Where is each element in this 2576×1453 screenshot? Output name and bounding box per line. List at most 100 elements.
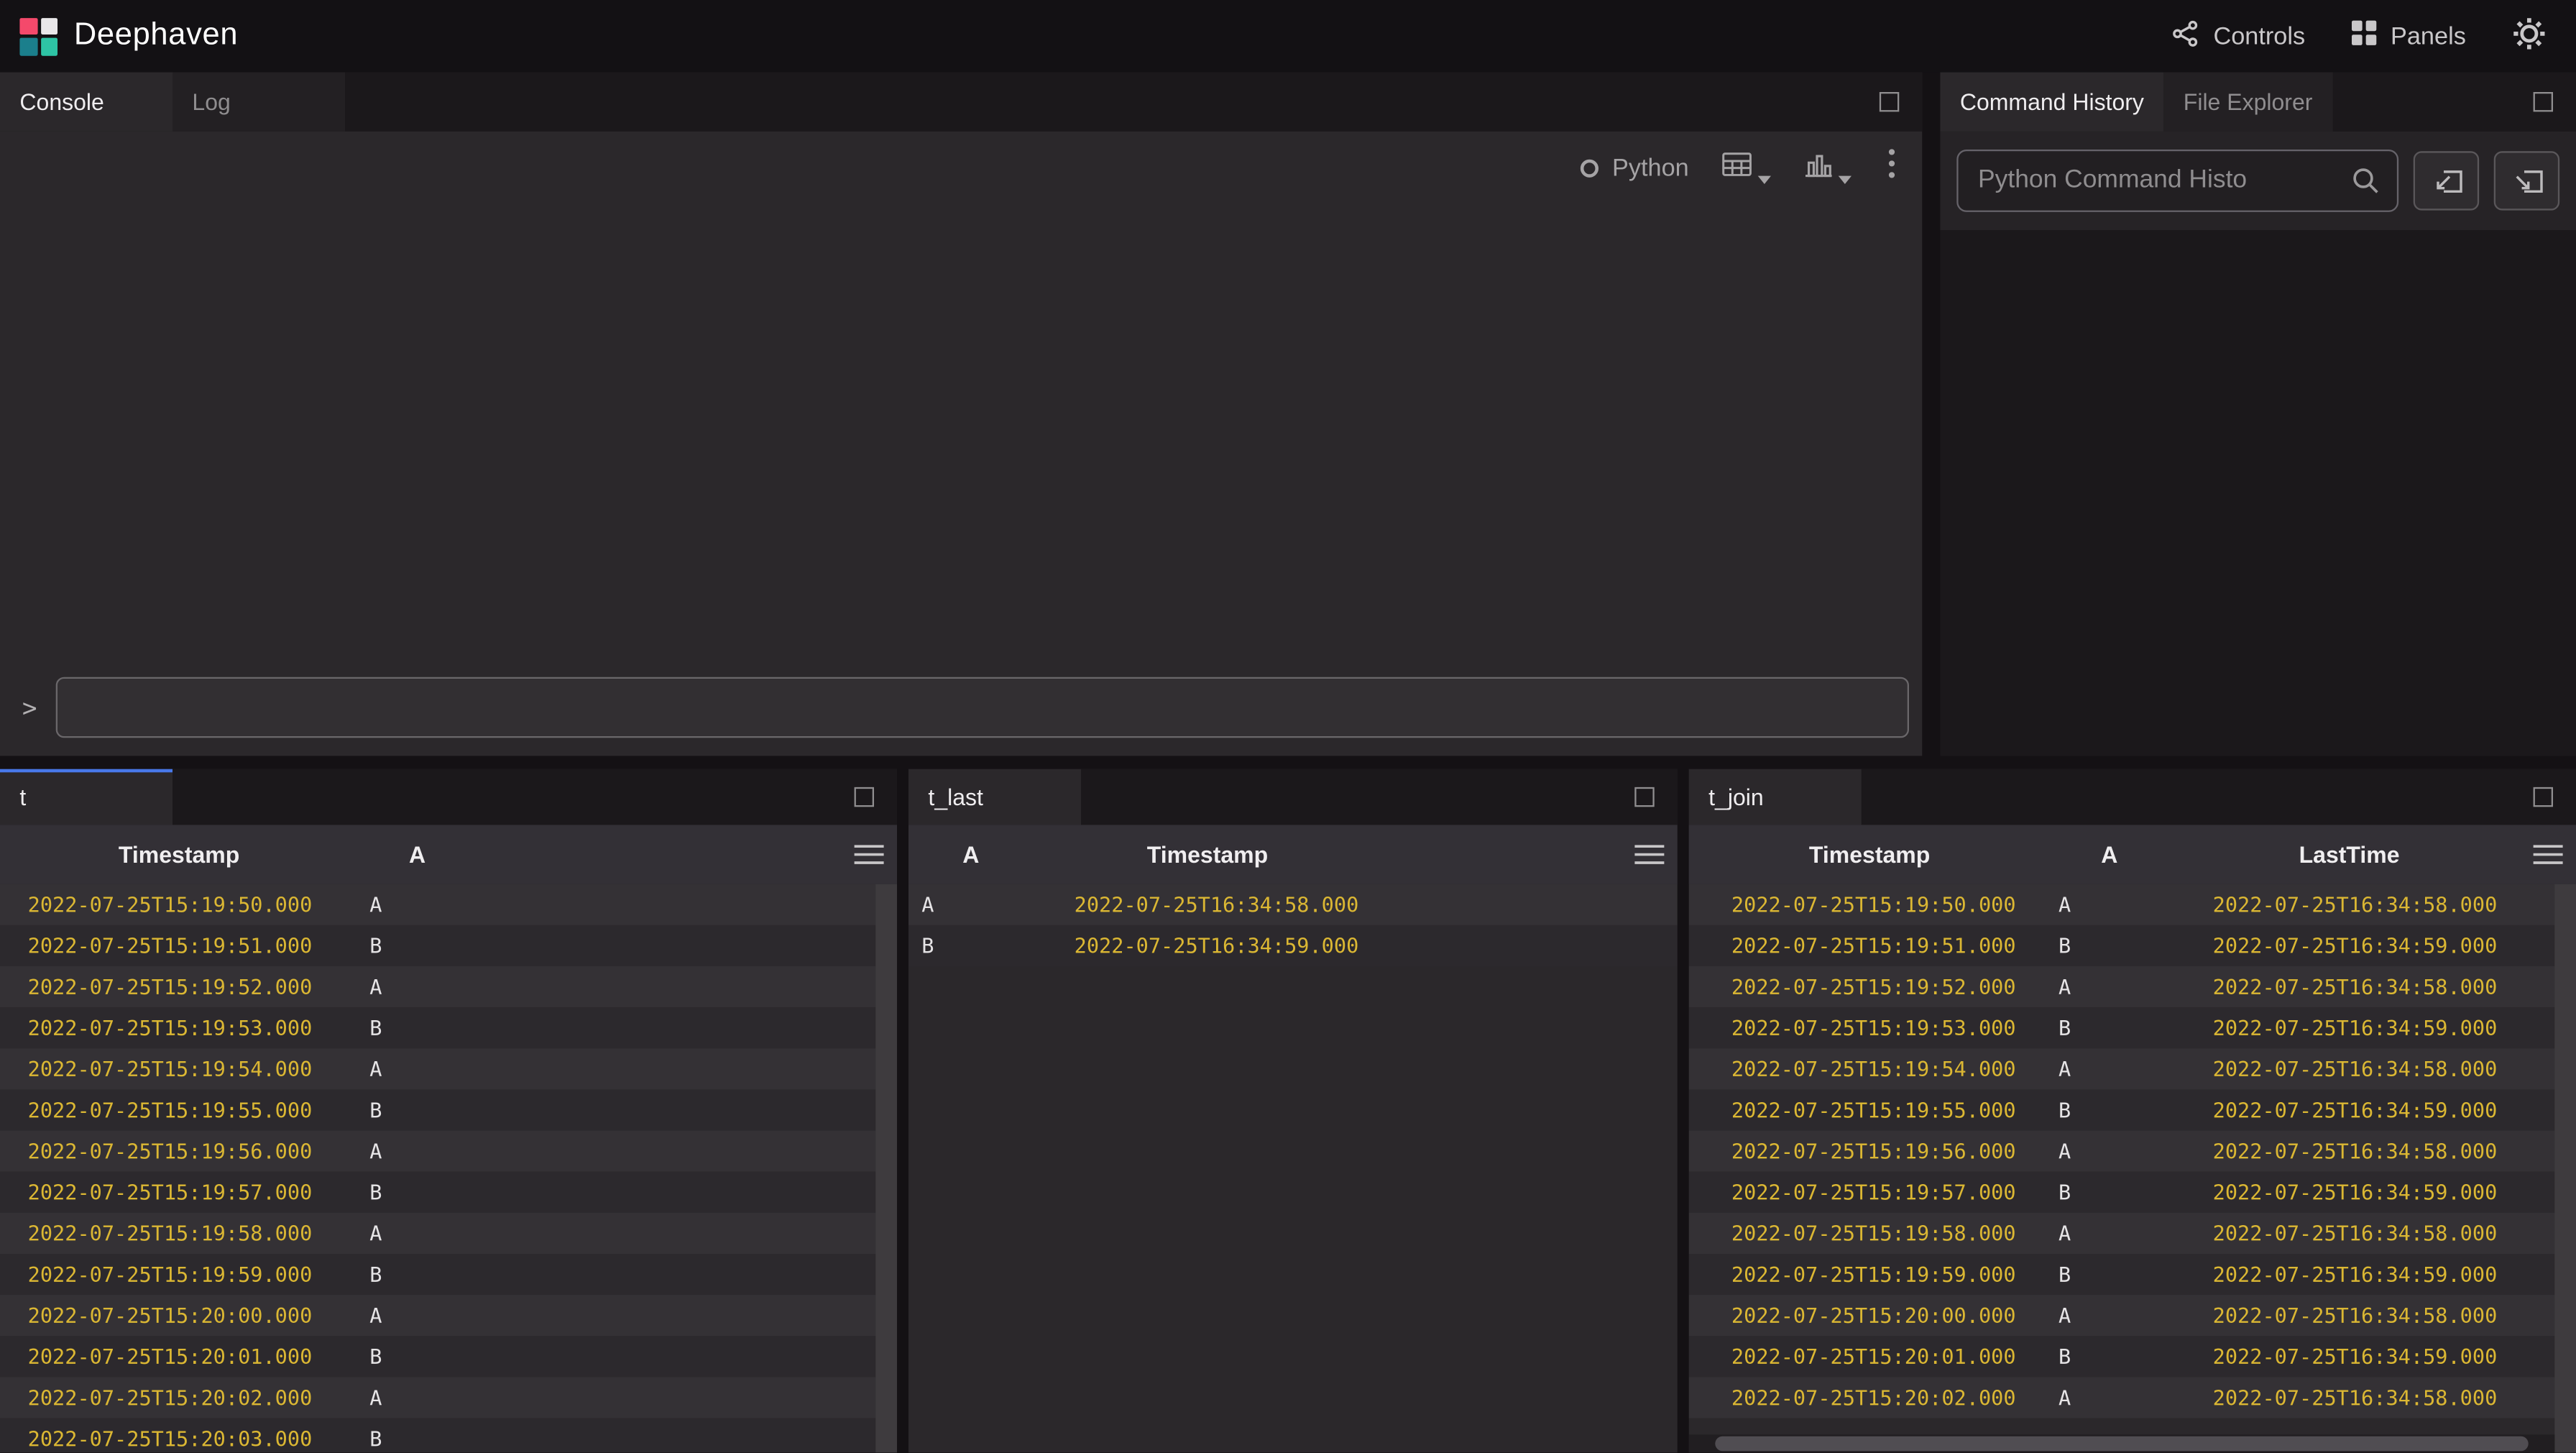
table-cell[interactable]: A	[2051, 1385, 2169, 1410]
table-cell[interactable]: 2022-07-25T15:20:03.000	[0, 1426, 358, 1451]
maximize-panel-icon[interactable]	[1634, 787, 1654, 807]
table-cell[interactable]: 2022-07-25T15:20:01.000	[0, 1344, 358, 1369]
tab-console[interactable]: Console	[0, 73, 172, 132]
table-cell[interactable]: 2022-07-25T16:34:58.000	[2168, 1057, 2530, 1081]
table-cell[interactable]: A	[2051, 1139, 2169, 1163]
column-header-timestamp[interactable]: Timestamp	[1689, 841, 2051, 868]
controls-menu-button[interactable]: Controls	[2172, 19, 2305, 53]
tab-file-explorer[interactable]: File Explorer	[2163, 73, 2332, 132]
table-cell[interactable]: 2022-07-25T15:19:56.000	[0, 1139, 358, 1163]
table-row[interactable]: 2022-07-25T15:19:56.000A2022-07-25T16:34…	[1689, 1131, 2576, 1172]
column-header-a[interactable]: A	[358, 841, 477, 868]
table-cell[interactable]: B	[2051, 1344, 2169, 1369]
table-cell[interactable]: 2022-07-25T15:20:02.000	[1689, 1385, 2051, 1410]
table-row[interactable]: 2022-07-25T15:19:50.000A2022-07-25T16:34…	[1689, 884, 2576, 925]
table-cell[interactable]: A	[2051, 1303, 2169, 1328]
table-cell[interactable]: 2022-07-25T16:34:59.000	[2168, 1262, 2530, 1286]
table-row[interactable]: 2022-07-25T15:19:50.000A	[0, 884, 897, 925]
column-header-a[interactable]: A	[2051, 841, 2169, 868]
vertical-scrollbar[interactable]	[2554, 884, 2576, 1453]
table-cell[interactable]: A	[358, 1385, 477, 1410]
table-cell[interactable]: B	[358, 1016, 477, 1040]
tab-t-join[interactable]: t_join	[1689, 769, 1862, 825]
table-cell[interactable]: A	[358, 1057, 477, 1081]
table-cell[interactable]: 2022-07-25T15:20:00.000	[0, 1303, 358, 1328]
table-cell[interactable]: 2022-07-25T15:19:51.000	[0, 933, 358, 958]
table-cell[interactable]: 2022-07-25T15:19:51.000	[1689, 933, 2051, 958]
table-row[interactable]: 2022-07-25T15:19:55.000B2022-07-25T16:34…	[1689, 1089, 2576, 1130]
table-cell[interactable]: 2022-07-25T15:19:56.000	[1689, 1139, 2051, 1163]
column-header-timestamp[interactable]: Timestamp	[1034, 841, 1382, 868]
table-cell[interactable]: 2022-07-25T15:19:57.000	[0, 1180, 358, 1204]
table-cell[interactable]: 2022-07-25T16:34:58.000	[2168, 892, 2530, 917]
console-output[interactable]	[0, 194, 1922, 677]
column-header-timestamp[interactable]: Timestamp	[0, 841, 358, 868]
table-row[interactable]: 2022-07-25T15:19:56.000A	[0, 1131, 897, 1172]
table-cell[interactable]: 2022-07-25T15:19:54.000	[0, 1057, 358, 1081]
table-cell[interactable]: A	[908, 892, 1034, 917]
table-row[interactable]: 2022-07-25T15:19:59.000B2022-07-25T16:34…	[1689, 1254, 2576, 1295]
table-cell[interactable]: B	[358, 1262, 477, 1286]
table-cell[interactable]: 2022-07-25T16:34:59.000	[2168, 1098, 2530, 1122]
history-list[interactable]	[1940, 230, 2576, 756]
grid-menu-icon[interactable]	[1634, 844, 1664, 866]
table-cell[interactable]: 2022-07-25T15:19:54.000	[1689, 1057, 2051, 1081]
table-row[interactable]: 2022-07-25T15:20:02.000A	[0, 1377, 897, 1418]
panels-menu-button[interactable]: Panels	[2351, 19, 2466, 52]
tab-log[interactable]: Log	[172, 73, 345, 132]
history-search-input[interactable]	[1978, 166, 2351, 196]
table-cell[interactable]: 2022-07-25T15:20:02.000	[0, 1385, 358, 1410]
maximize-panel-icon[interactable]	[2534, 787, 2553, 807]
table-row[interactable]: 2022-07-25T15:19:53.000B2022-07-25T16:34…	[1689, 1007, 2576, 1048]
table-cell[interactable]: 2022-07-25T15:19:59.000	[1689, 1262, 2051, 1286]
table-cell[interactable]: 2022-07-25T16:34:59.000	[2168, 1016, 2530, 1040]
tab-command-history[interactable]: Command History	[1940, 73, 2163, 132]
table-cell[interactable]: A	[2051, 974, 2169, 999]
table-row[interactable]: 2022-07-25T15:19:58.000A2022-07-25T16:34…	[1689, 1213, 2576, 1254]
table-cell[interactable]: B	[358, 1180, 477, 1204]
table-row[interactable]: 2022-07-25T15:19:52.000A	[0, 966, 897, 1007]
table-row[interactable]: B2022-07-25T16:34:59.000	[908, 925, 1678, 966]
table-cell[interactable]: A	[358, 974, 477, 999]
table-row[interactable]: 2022-07-25T15:19:53.000B	[0, 1007, 897, 1048]
grid-menu-icon[interactable]	[855, 844, 884, 866]
grid-menu-icon[interactable]	[2534, 844, 2563, 866]
table-cell[interactable]: 2022-07-25T15:19:52.000	[1689, 974, 2051, 999]
table-cell[interactable]: B	[2051, 1098, 2169, 1122]
table-cell[interactable]: A	[2051, 892, 2169, 917]
table-cell[interactable]: A	[358, 1139, 477, 1163]
table-cell[interactable]: 2022-07-25T15:19:52.000	[0, 974, 358, 999]
table-cell[interactable]: 2022-07-25T16:34:59.000	[2168, 1344, 2530, 1369]
table-cell[interactable]: 2022-07-25T16:34:58.000	[2168, 974, 2530, 999]
table-cell[interactable]: 2022-07-25T16:34:58.000	[2168, 1221, 2530, 1245]
column-header-lasttime[interactable]: LastTime	[2168, 841, 2530, 868]
tab-t[interactable]: t	[0, 769, 172, 825]
table-cell[interactable]: 2022-07-25T16:34:59.000	[2168, 933, 2530, 958]
column-header-a[interactable]: A	[908, 841, 1034, 868]
vertical-scrollbar[interactable]	[875, 884, 897, 1453]
table-row[interactable]: 2022-07-25T15:20:00.000A2022-07-25T16:34…	[1689, 1295, 2576, 1336]
maximize-panel-icon[interactable]	[1880, 92, 1899, 111]
table-cell[interactable]: A	[2051, 1057, 2169, 1081]
table-cell[interactable]: 2022-07-25T15:20:00.000	[1689, 1303, 2051, 1328]
table-row[interactable]: 2022-07-25T15:19:59.000B	[0, 1254, 897, 1295]
maximize-panel-icon[interactable]	[855, 787, 874, 807]
table-cell[interactable]: A	[358, 892, 477, 917]
table-cell[interactable]: 2022-07-25T16:34:59.000	[1034, 933, 1382, 958]
table-cell[interactable]: B	[2051, 1180, 2169, 1204]
table-cell[interactable]: B	[908, 933, 1034, 958]
table-cell[interactable]: 2022-07-25T15:19:50.000	[0, 892, 358, 917]
table-row[interactable]: 2022-07-25T15:19:58.000A	[0, 1213, 897, 1254]
table-row[interactable]: 2022-07-25T15:20:01.000B	[0, 1336, 897, 1377]
open-chart-dropdown-button[interactable]	[1804, 150, 1852, 185]
session-status-button[interactable]: Python	[1581, 154, 1689, 182]
table-cell[interactable]: 2022-07-25T15:19:58.000	[0, 1221, 358, 1245]
table-cell[interactable]: 2022-07-25T16:34:58.000	[2168, 1303, 2530, 1328]
table-row[interactable]: 2022-07-25T15:19:54.000A2022-07-25T16:34…	[1689, 1048, 2576, 1089]
table-row[interactable]: 2022-07-25T15:19:52.000A2022-07-25T16:34…	[1689, 966, 2576, 1007]
console-input[interactable]	[56, 677, 1909, 738]
table-cell[interactable]: A	[2051, 1221, 2169, 1245]
table-cell[interactable]: A	[358, 1303, 477, 1328]
table-row[interactable]: 2022-07-25T15:20:02.000A2022-07-25T16:34…	[1689, 1377, 2576, 1418]
table-cell[interactable]: B	[2051, 1016, 2169, 1040]
